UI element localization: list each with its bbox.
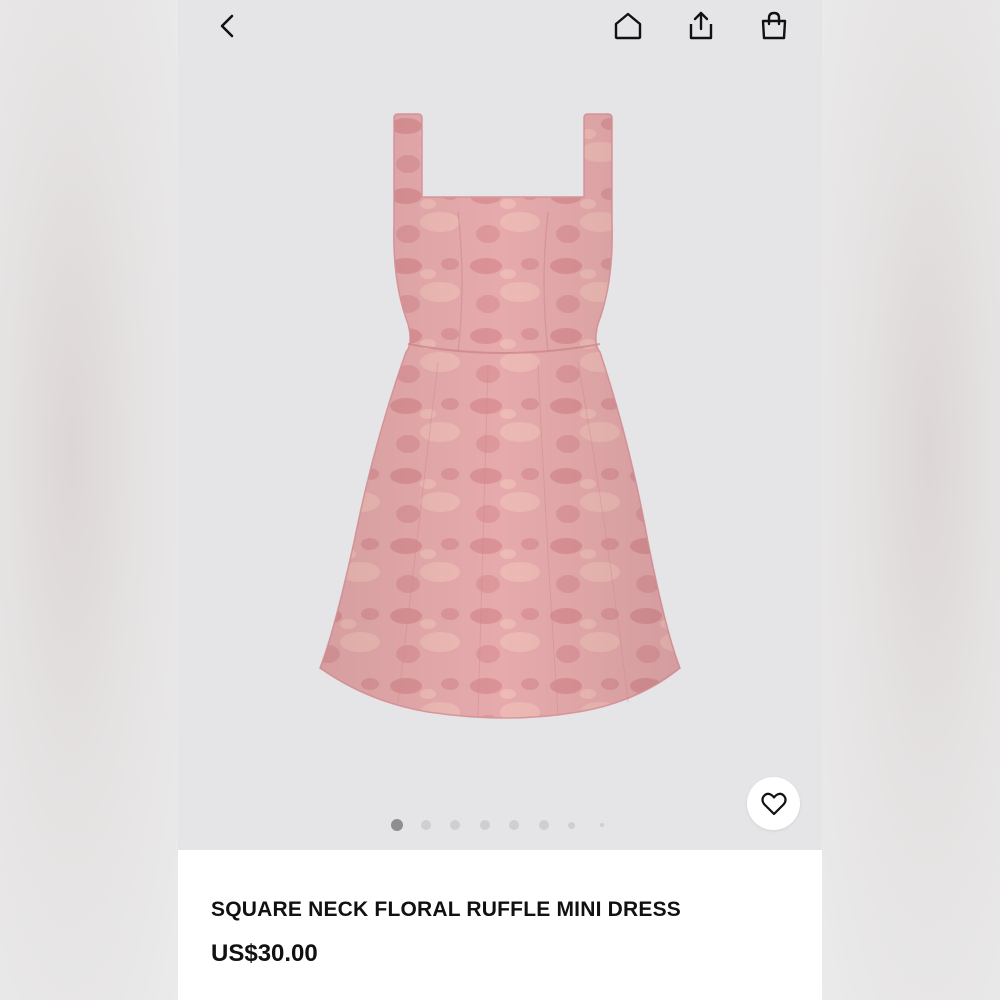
product-title: SQUARE NECK FLORAL RUFFLE MINI DRESS — [211, 898, 681, 921]
bag-button[interactable] — [754, 6, 794, 46]
back-button[interactable] — [208, 6, 248, 46]
product-info: SQUARE NECK FLORAL RUFFLE MINI DRESS US$… — [178, 850, 822, 1000]
pagination-dot[interactable] — [600, 823, 604, 827]
pagination-dot-active[interactable] — [391, 819, 403, 831]
pagination-dot[interactable] — [480, 820, 490, 830]
pagination-dot[interactable] — [568, 822, 575, 829]
pink-square-neck-dress-image — [319, 113, 681, 719]
share-icon — [689, 11, 713, 40]
home-icon — [614, 12, 642, 40]
home-button[interactable] — [608, 6, 648, 46]
product-page: SQUARE NECK FLORAL RUFFLE MINI DRESS US$… — [178, 0, 822, 1000]
heart-icon — [760, 792, 787, 815]
left-backdrop — [0, 0, 178, 1000]
pagination-dot[interactable] — [450, 820, 460, 830]
share-button[interactable] — [681, 6, 721, 46]
top-navigation-bar — [178, 0, 822, 56]
gallery-pagination — [178, 818, 822, 832]
shopping-bag-icon — [761, 11, 787, 40]
pagination-dot[interactable] — [539, 820, 549, 830]
product-price: US$30.00 — [211, 940, 318, 967]
right-backdrop — [822, 0, 1000, 1000]
product-gallery[interactable] — [178, 0, 822, 850]
pagination-dot[interactable] — [509, 820, 519, 830]
pagination-dot[interactable] — [421, 820, 431, 830]
chevron-left-icon — [220, 14, 234, 38]
